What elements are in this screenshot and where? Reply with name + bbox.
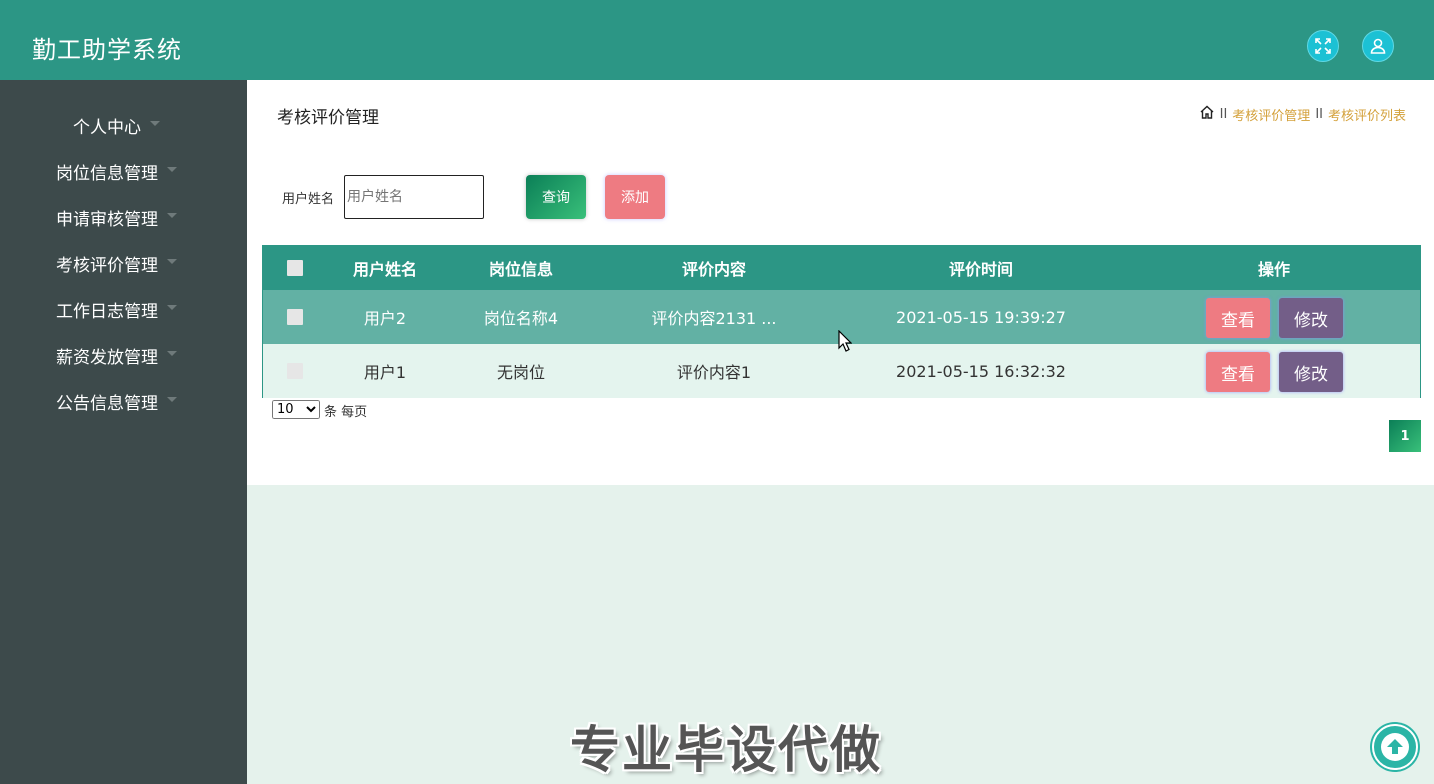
cell-content: 评价内容1 [676, 363, 752, 382]
breadcrumb-current: 考核评价列表 [1327, 108, 1406, 124]
column-header[interactable]: 用户姓名 [327, 246, 443, 290]
app-title: 勤工助学系统 [32, 36, 182, 64]
view-button[interactable]: 查看 [1206, 298, 1270, 338]
row-select-cell [263, 290, 327, 344]
column-header[interactable]: 评价时间 [863, 246, 1099, 290]
data-table: 用户姓名 岗位信息 评价内容 评价时间 操作 用户2 岗位名称4 评价内容213… [262, 245, 1421, 398]
main-panel: 考核评价管理 II 考核评价管理 II 考核评价列表 用户姓名 查询 添加 用户… [247, 80, 1434, 485]
column-header[interactable]: 岗位信息 [453, 246, 589, 290]
cell-time: 2021-05-15 16:32:32 [896, 361, 1066, 381]
cell-user: 用户1 [363, 363, 407, 382]
sidebar-item-application-review[interactable]: 申请审核管理 [0, 193, 247, 239]
caret-down-icon [150, 121, 160, 126]
row-checkbox[interactable] [287, 363, 303, 379]
per-page-label: 条 每页 [324, 405, 368, 420]
table-row[interactable]: 用户1 无岗位 评价内容1 2021-05-15 16:32:32 查看 修改 [263, 344, 1420, 398]
back-to-top-button[interactable] [1372, 724, 1418, 770]
view-button[interactable]: 查看 [1206, 352, 1270, 392]
caret-down-icon [167, 213, 177, 218]
sidebar-item-label: 岗位信息管理 [56, 164, 158, 184]
breadcrumb-separator: II [1315, 106, 1323, 122]
table-header: 用户姓名 岗位信息 评价内容 评价时间 操作 [263, 246, 1420, 290]
caret-down-icon [167, 167, 177, 172]
home-icon[interactable] [1199, 104, 1215, 124]
column-header[interactable]: 评价内容 [619, 246, 809, 290]
sidebar-item-salary[interactable]: 薪资发放管理 [0, 331, 247, 377]
column-header: 操作 [1257, 260, 1290, 279]
sidebar-item-label: 申请审核管理 [56, 210, 158, 230]
cell-position: 无岗位 [496, 363, 545, 382]
arrow-up-icon [1381, 733, 1409, 761]
page-number-button[interactable]: 1 [1389, 420, 1421, 452]
sidebar-item-label: 考核评价管理 [56, 256, 158, 276]
username-search-input[interactable] [344, 175, 484, 219]
caret-down-icon [167, 305, 177, 310]
fullscreen-icon[interactable] [1307, 30, 1339, 62]
sidebar-item-position-management[interactable]: 岗位信息管理 [0, 147, 247, 193]
user-icon[interactable] [1362, 30, 1394, 62]
sidebar-item-announcement[interactable]: 公告信息管理 [0, 377, 247, 423]
select-all-cell [263, 246, 327, 290]
search-label: 用户姓名 [282, 192, 335, 207]
row-checkbox[interactable] [287, 309, 303, 325]
breadcrumb: II 考核评价管理 II 考核评价列表 [1199, 104, 1406, 124]
mouse-cursor-icon [838, 330, 852, 352]
cell-user: 用户2 [363, 309, 407, 328]
caret-down-icon [167, 259, 177, 264]
sidebar-item-evaluation-management[interactable]: 考核评价管理 [0, 239, 247, 285]
select-all-checkbox[interactable] [287, 260, 303, 276]
query-button[interactable]: 查询 [526, 175, 586, 219]
top-bar: 勤工助学系统 [0, 0, 1434, 80]
watermark-text: 专业毕设代做 [570, 721, 882, 779]
breadcrumb-link[interactable]: 考核评价管理 [1232, 105, 1310, 124]
edit-button[interactable]: 修改 [1279, 352, 1343, 392]
page-title: 考核评价管理 [277, 108, 379, 128]
caret-down-icon [167, 397, 177, 402]
sidebar-item-personal-center[interactable]: 个人中心 [0, 101, 247, 147]
sidebar-item-label: 个人中心 [73, 118, 141, 138]
cell-time: 2021-05-15 19:39:27 [896, 307, 1066, 327]
sidebar: 个人中心 岗位信息管理 申请审核管理 考核评价管理 工作日志管理 薪资发放管理 … [0, 80, 247, 784]
edit-button[interactable]: 修改 [1279, 298, 1343, 338]
breadcrumb-separator: II [1219, 106, 1228, 122]
sidebar-item-label: 公告信息管理 [56, 394, 158, 414]
cell-position: 岗位名称4 [483, 309, 559, 328]
sidebar-item-label: 薪资发放管理 [56, 348, 158, 368]
caret-down-icon [167, 351, 177, 356]
add-button[interactable]: 添加 [605, 175, 665, 219]
sidebar-item-work-log[interactable]: 工作日志管理 [0, 285, 247, 331]
cell-content: 评价内容2131 ... [651, 309, 777, 328]
sidebar-item-label: 工作日志管理 [56, 302, 158, 322]
row-select-cell [263, 344, 327, 398]
page-size-select[interactable]: 10 [272, 400, 320, 419]
